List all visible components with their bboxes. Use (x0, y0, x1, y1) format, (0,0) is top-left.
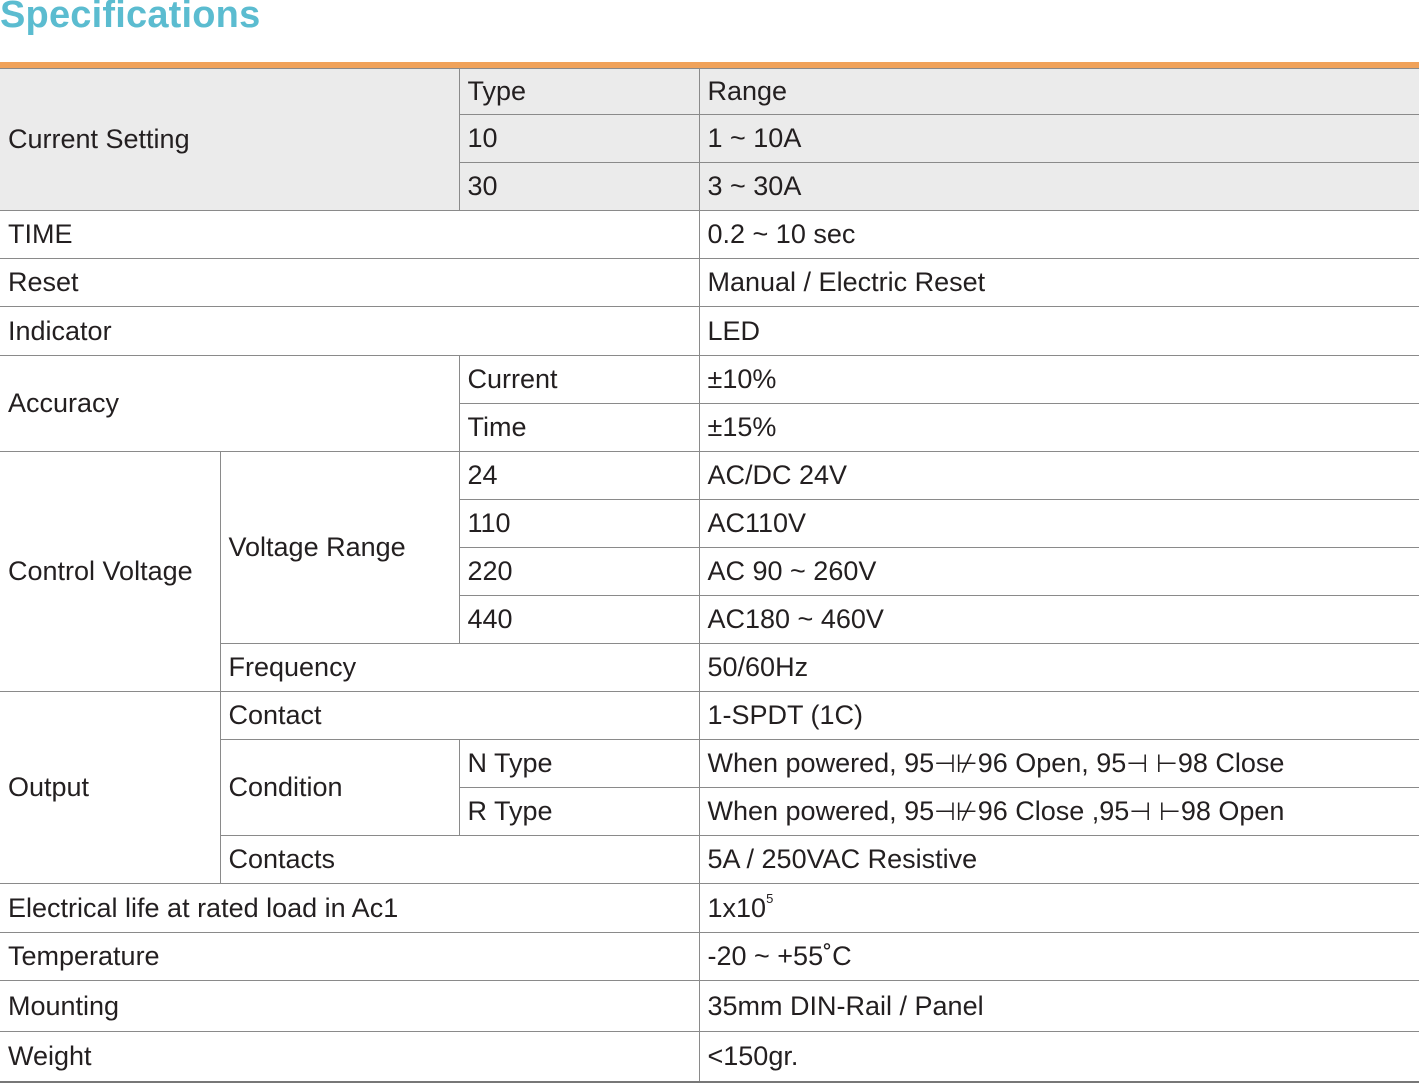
accuracy-time-value: ±15% (698, 403, 1419, 452)
weight-value: <150gr. (698, 1031, 1419, 1083)
mounting-label: Mounting (0, 980, 700, 1032)
accuracy-current-label: Current (458, 355, 700, 404)
table-row: Output Contact 1-SPDT (1C) (0, 691, 1419, 884)
nc-contact-icon: ⊣⊬ (934, 749, 978, 778)
contact-label: Contact (219, 691, 700, 740)
temperature-label: Temperature (0, 932, 700, 981)
voltage-value: AC180 ~ 460V (698, 595, 1419, 644)
table-row: TIME 0.2 ~ 10 sec (0, 210, 1419, 259)
output-label: Output (0, 691, 221, 884)
page-title: Specifications (0, 0, 261, 36)
table-row: Current Setting Type Range (0, 68, 1419, 211)
nc-contact-icon: ⊣⊬ (934, 797, 978, 826)
condition-label: Condition (220, 739, 460, 836)
weight-label: Weight (0, 1031, 700, 1083)
contacts-label: Contacts (220, 835, 700, 884)
electrical-life-base: 1x10 (707, 892, 767, 923)
no-contact-icon: ⊣ ⊢ (1129, 797, 1181, 826)
type-value: 30 (459, 162, 700, 211)
reset-value: Manual / Electric Reset (698, 258, 1419, 307)
r-type-value: When powered, 95⊣⊬96 Close ,95⊣ ⊢98 Open (698, 787, 1419, 836)
type-header: Type (458, 68, 700, 115)
table-row: Control Voltage Voltage Range 24 AC/DC 2… (0, 451, 1419, 692)
control-voltage-label: Control Voltage (0, 451, 221, 692)
voltage-range-label: Voltage Range (219, 451, 460, 644)
table-row: Temperature -20 ~ +55˚C (0, 932, 1419, 981)
range-value: 1 ~ 10A (698, 114, 1419, 163)
current-setting-label: Current Setting (0, 68, 460, 211)
table-row: Mounting 35mm DIN-Rail / Panel (0, 980, 1419, 1032)
electrical-life-label: Electrical life at rated load in Ac1 (0, 883, 700, 933)
time-value: 0.2 ~ 10 sec (698, 210, 1419, 259)
accuracy-current-value: ±10% (698, 355, 1419, 404)
voltage-code: 440 (459, 595, 700, 644)
voltage-code: 220 (459, 547, 700, 596)
indicator-label: Indicator (0, 306, 700, 356)
voltage-code: 24 (458, 451, 700, 500)
reset-label: Reset (0, 258, 700, 307)
range-header: Range (698, 68, 1419, 115)
contact-value: 1-SPDT (1C) (698, 691, 1419, 740)
voltage-value: AC110V (698, 499, 1419, 548)
voltage-value: AC 90 ~ 260V (698, 547, 1419, 596)
no-contact-icon: ⊣ ⊢ (1126, 749, 1178, 778)
type-value: 10 (459, 114, 700, 163)
r-type-mid: 96 Close ,95 (977, 796, 1130, 826)
n-type-prefix: When powered, 95 (707, 748, 935, 778)
contacts-value: 5A / 250VAC Resistive (698, 835, 1419, 884)
time-label: TIME (0, 210, 700, 259)
frequency-label: Frequency (220, 643, 700, 692)
accuracy-label: Accuracy (0, 355, 460, 452)
mounting-value: 35mm DIN-Rail / Panel (698, 980, 1419, 1032)
table-row: Electrical life at rated load in Ac1 1x1… (0, 883, 1419, 933)
voltage-value: AC/DC 24V (698, 451, 1419, 500)
accuracy-time-label: Time (459, 403, 700, 452)
r-type-label: R Type (459, 787, 700, 836)
r-type-suffix: 98 Open (1180, 796, 1285, 826)
table-row: Indicator LED (0, 306, 1419, 356)
n-type-value: When powered, 95⊣⊬96 Open, 95⊣ ⊢98 Close (698, 739, 1419, 788)
electrical-life-value: 1x105 (698, 883, 1419, 933)
r-type-prefix: When powered, 95 (707, 796, 935, 826)
table-row: Accuracy Current ±10% (0, 355, 1419, 452)
indicator-value: LED (698, 306, 1419, 356)
voltage-code: 110 (459, 499, 700, 548)
n-type-label: N Type (458, 739, 700, 788)
n-type-suffix: 98 Close (1177, 748, 1285, 778)
table-row: Reset Manual / Electric Reset (0, 258, 1419, 307)
temperature-value: -20 ~ +55˚C (698, 932, 1419, 981)
electrical-life-exponent: 5 (766, 890, 774, 906)
table-row: Weight <150gr. (0, 1031, 1419, 1083)
specifications-table: Current Setting Type Range 10 1 ~ 10A 30… (0, 68, 1419, 1083)
n-type-mid: 96 Open, 95 (977, 748, 1127, 778)
range-value: 3 ~ 30A (698, 162, 1419, 211)
frequency-value: 50/60Hz (698, 643, 1419, 692)
